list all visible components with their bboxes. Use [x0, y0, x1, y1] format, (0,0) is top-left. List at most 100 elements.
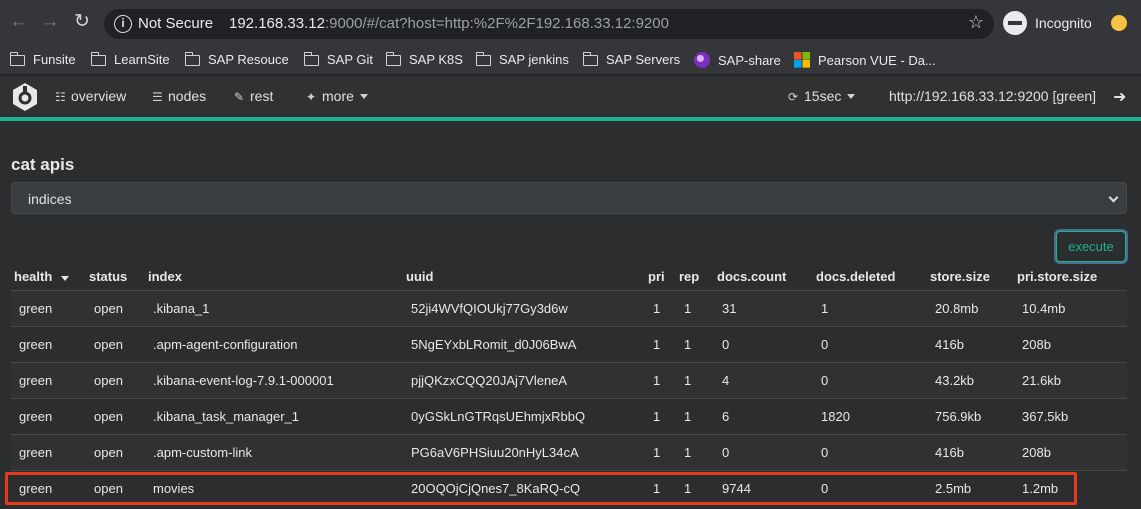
- cell-status: open: [94, 445, 123, 460]
- cell-pri-store-size: 21.6kb: [1022, 373, 1062, 388]
- execute-button[interactable]: execute: [1056, 231, 1126, 262]
- cat-api-selected-value: indices: [28, 191, 72, 207]
- column-header-index[interactable]: index: [148, 269, 182, 284]
- url-text[interactable]: 192.168.33.12:9000/#/cat?host=http:%2F%2…: [229, 15, 669, 32]
- cell-status: open: [94, 337, 123, 352]
- cell-docs-count: 31: [722, 301, 737, 316]
- cell-index: .kibana_1: [153, 301, 210, 316]
- cell-health: green: [19, 445, 53, 460]
- sort-caret-icon: [61, 276, 69, 281]
- folder-icon: [9, 52, 25, 66]
- cell-health: green: [19, 337, 53, 352]
- cerebro-logo-icon[interactable]: [10, 82, 40, 112]
- folder-icon: [184, 52, 200, 66]
- bookmark-pearson-vue[interactable]: Pearson VUE - Da...: [794, 52, 936, 68]
- nav-nodes-label: nodes: [168, 88, 207, 104]
- cell-docs-deleted: 0: [821, 481, 829, 496]
- column-header-docs-deleted[interactable]: docs.deleted: [816, 269, 895, 284]
- disconnect-plug-icon[interactable]: ➜: [1113, 87, 1126, 107]
- column-header-pri-store-size[interactable]: pri.store.size: [1017, 269, 1097, 284]
- cell-pri: 1: [653, 301, 661, 316]
- cell-health: green: [19, 481, 53, 496]
- cell-index: .apm-agent-configuration: [153, 337, 298, 352]
- cell-pri: 1: [653, 337, 661, 352]
- cell-docs-deleted: 0: [821, 373, 829, 388]
- cluster-url: http://192.168.33.12:9200 [green]: [889, 88, 1097, 104]
- cell-docs-count: 0: [722, 337, 730, 352]
- refresh-icon: ⟳: [788, 90, 799, 104]
- cell-store-size: 416b: [935, 445, 964, 460]
- edit-icon: ✎: [234, 90, 245, 104]
- extension-icon[interactable]: [1111, 15, 1127, 31]
- nav-rest[interactable]: ✎ rest: [234, 88, 273, 104]
- cell-rep: 1: [684, 445, 692, 460]
- sitemap-icon: ☷: [55, 90, 66, 104]
- column-header-health[interactable]: health: [14, 269, 52, 284]
- back-icon[interactable]: ←: [8, 11, 30, 33]
- column-header-status[interactable]: status: [89, 269, 127, 284]
- cell-pri-store-size: 10.4mb: [1022, 301, 1066, 316]
- security-label: Not Secure: [138, 15, 214, 32]
- bookmark-sap-jenkins[interactable]: SAP jenkins: [475, 52, 569, 67]
- cell-uuid: 0yGSkLnGTRqsUEhmjxRbbQ: [411, 409, 586, 424]
- chevron-down-icon: [1108, 192, 1119, 203]
- cell-status: open: [94, 373, 123, 388]
- cell-uuid: 5NgEYxbLRomit_d0J06BwA: [411, 337, 577, 352]
- cell-uuid: 20OQOjCjQnes7_8KaRQ-cQ: [411, 481, 581, 496]
- bookmark-sap-resouce[interactable]: SAP Resouce: [184, 52, 289, 67]
- table-header-row: health status index uuid pri rep docs.count doc…: [11, 266, 1127, 290]
- cell-health: green: [19, 301, 53, 316]
- column-header-docs-count[interactable]: docs.count: [717, 269, 786, 284]
- refresh-interval-dropdown[interactable]: ⟳ 15sec: [788, 88, 856, 104]
- cat-api-select[interactable]: indices: [11, 182, 1127, 214]
- bookmark-sap-git[interactable]: SAP Git: [303, 52, 373, 67]
- cell-pri: 1: [653, 373, 661, 388]
- cell-docs-deleted: 1820: [821, 409, 850, 424]
- reload-icon[interactable]: ↻: [71, 11, 93, 33]
- cell-rep: 1: [684, 481, 692, 496]
- server-icon: ☰: [152, 90, 163, 104]
- bookmark-label: Funsite: [33, 52, 76, 67]
- nav-nodes[interactable]: ☰ nodes: [152, 88, 206, 104]
- bookmark-sap-servers[interactable]: SAP Servers: [582, 52, 680, 67]
- forward-icon[interactable]: →: [39, 11, 61, 33]
- nav-overview[interactable]: ☷ overview: [55, 88, 126, 104]
- bookmark-label: LearnSite: [114, 52, 170, 67]
- bookmark-funsite[interactable]: Funsite: [9, 52, 76, 67]
- cell-index: .apm-custom-link: [153, 445, 252, 460]
- url-host: 192.168.33.12: [229, 15, 325, 32]
- column-header-pri[interactable]: pri: [648, 269, 665, 284]
- nav-overview-label: overview: [71, 88, 127, 104]
- cell-pri: 1: [653, 481, 661, 496]
- cell-docs-count: 0: [722, 445, 730, 460]
- cell-store-size: 20.8mb: [935, 301, 979, 316]
- column-header-uuid[interactable]: uuid: [406, 269, 433, 284]
- table-row: green open .kibana_task_manager_1 0yGSkLnGT…: [11, 398, 1127, 434]
- chevron-down-icon: [847, 94, 856, 99]
- cell-index: movies: [153, 481, 195, 496]
- browser-toolbar: ← → ↻ i Not Secure 192.168.33.12:9000/#/…: [0, 0, 1141, 47]
- bookmarks-bar: Funsite LearnSite SAP Resouce SAP Git SA…: [0, 47, 1141, 75]
- bookmark-label: SAP-share: [718, 53, 781, 68]
- column-header-rep[interactable]: rep: [679, 269, 699, 284]
- chevron-down-icon: [359, 94, 368, 99]
- nav-more[interactable]: ✦ more: [306, 88, 368, 104]
- bookmark-learnsite[interactable]: LearnSite: [90, 52, 170, 67]
- cell-rep: 1: [684, 409, 692, 424]
- cell-pri: 1: [653, 409, 661, 424]
- bookmark-sap-k8s[interactable]: SAP K8S: [385, 52, 463, 67]
- table-row: green open .kibana-event-log-7.9.1-000001 p…: [11, 362, 1127, 398]
- cell-store-size: 2.5mb: [935, 481, 972, 496]
- info-icon[interactable]: i: [114, 15, 132, 33]
- bookmark-sap-share[interactable]: SAP-share: [694, 52, 781, 68]
- table-body: green open .kibana_1 52ji4WVfQIOUkj77Gy3d6w…: [11, 290, 1127, 506]
- bookmark-star-icon[interactable]: ☆: [968, 12, 984, 33]
- cell-uuid: PG6aV6PHSiuu20nHyL34cA: [411, 445, 579, 460]
- address-bar[interactable]: i Not Secure 192.168.33.12:9000/#/cat?ho…: [104, 9, 994, 39]
- cell-rep: 1: [684, 337, 692, 352]
- cell-pri-store-size: 367.5kb: [1022, 409, 1069, 424]
- cell-rep: 1: [684, 373, 692, 388]
- cell-store-size: 416b: [935, 337, 964, 352]
- column-header-store-size[interactable]: store.size: [930, 269, 990, 284]
- cell-health: green: [19, 373, 53, 388]
